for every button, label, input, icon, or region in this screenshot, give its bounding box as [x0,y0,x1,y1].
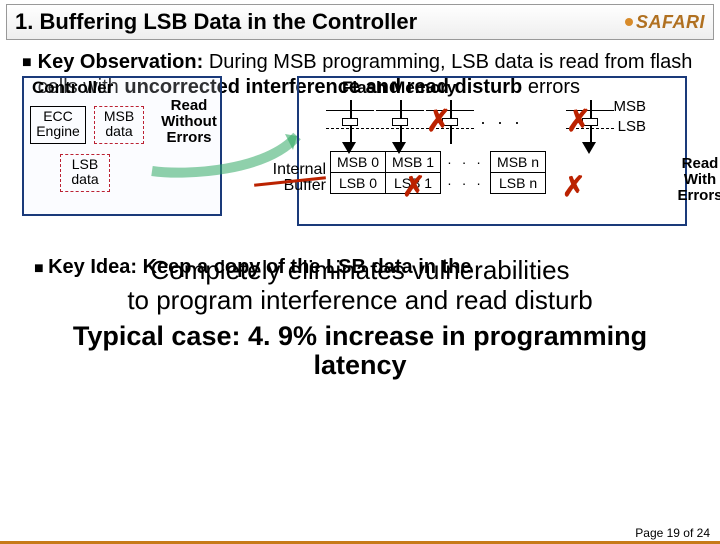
read-with-errors-label: Read With Errors [672,156,720,203]
down-arrow-icon [582,142,596,154]
cell-msbn: MSB n [491,152,546,173]
controller-label: Controller [32,78,113,98]
typical-line2: latency [22,351,698,381]
flash-cells: · · · ✗ ✗ [322,104,642,140]
cell-lsb0: LSB 0 [331,173,386,194]
cell-ellipsis: · · · [441,152,491,173]
x-mark-icon: ✗ [426,104,451,139]
typical-case: Typical case: 4. 9% increase in programm… [22,322,698,381]
lower-text: ■ Key Idea: Keep a copy of the LSB data … [22,256,698,381]
x-mark-icon: ✗ [402,170,425,203]
flash-label: Flash Memory [342,78,456,98]
x-mark-icon: ✗ [562,170,585,203]
brand-text: SAFARI [636,12,705,33]
cell-lsbn: LSB n [491,173,546,194]
overlay-claim: Completely eliminates vulnerabilities to… [22,256,698,316]
x-mark-icon: ✗ [566,104,591,139]
diagram: Controller ECC Engine MSB data LSB data … [22,76,698,246]
table-row: LSB 0 LSB 1 · · · LSB n [331,173,546,194]
cells-ellipsis: · · · [480,112,523,133]
title-bar: 1. Buffering LSB Data in the Controller … [6,4,714,40]
buffer-table: MSB 0 MSB 1 · · · MSB n LSB 0 LSB 1 · · … [330,151,546,194]
cell-1 [382,104,418,140]
msb-data-box: MSB data [94,106,144,144]
safari-logo: SAFARI [625,12,705,33]
obs-lead: Key Observation: [38,51,204,73]
overlay-line2: to program interference and read disturb [22,286,698,316]
overlay-line1: Completely eliminates vulnerabilities [22,256,698,286]
cell-0 [332,104,368,140]
logo-dot-icon [625,18,633,26]
table-row: MSB 0 MSB 1 · · · MSB n [331,152,546,173]
slide-title: 1. Buffering LSB Data in the Controller [15,9,625,35]
cell-msb0: MSB 0 [331,152,386,173]
page-number: Page 19 of 24 [635,526,710,540]
ecc-engine: ECC Engine [30,106,86,144]
slide-body: ■ Key Observation: During MSB programmin… [0,40,720,381]
typical-line1: Typical case: 4. 9% increase in programm… [22,322,698,352]
cell-ellipsis: · · · [441,173,491,194]
lsb-data-box: LSB data [60,154,110,192]
